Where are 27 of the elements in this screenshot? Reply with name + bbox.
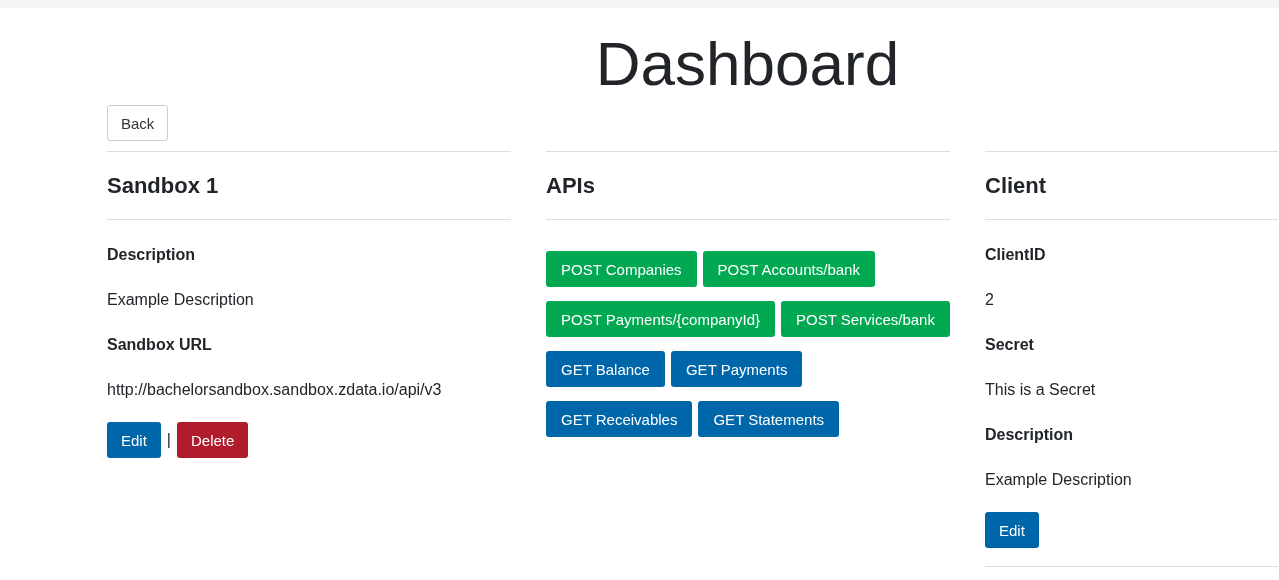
api-button[interactable]: POST Services/bank [781,301,950,337]
section-heading: Client [985,172,1048,200]
api-button[interactable]: POST Companies [546,251,697,287]
api-button[interactable]: POST Accounts/bank [702,251,875,287]
back-button[interactable]: Back [107,105,169,141]
api-button[interactable]: GET Payments [670,351,803,387]
page-title: Dashboard [594,28,901,100]
field-value: http://bachelorsandbox.sandbox.zdata.io/api/v3 [107,380,443,400]
section-heading: APIs [546,172,596,200]
field-value: Example Description [107,290,255,310]
section-heading: Sandbox 1 [107,172,220,200]
field-label: Sandbox URL [107,335,213,355]
separator: | [166,431,171,449]
edit-button[interactable]: Edit [107,422,161,458]
edit-button[interactable]: Edit [985,512,1039,548]
field-value: This is a Secret [985,380,1097,400]
field-label: Secret [985,335,1035,355]
api-button[interactable]: POST Payments/{companyId} [546,301,775,337]
field-label: Description [985,425,1074,445]
field-value: Example Description [985,470,1133,490]
field-label: Description [107,245,196,265]
api-button[interactable]: GET Receivables [546,401,693,437]
field-value: 2 [985,290,995,310]
delete-button[interactable]: Delete [177,422,249,458]
field-label: ClientID [985,245,1047,265]
api-button[interactable]: GET Statements [698,401,840,437]
api-button[interactable]: GET Balance [546,351,665,387]
